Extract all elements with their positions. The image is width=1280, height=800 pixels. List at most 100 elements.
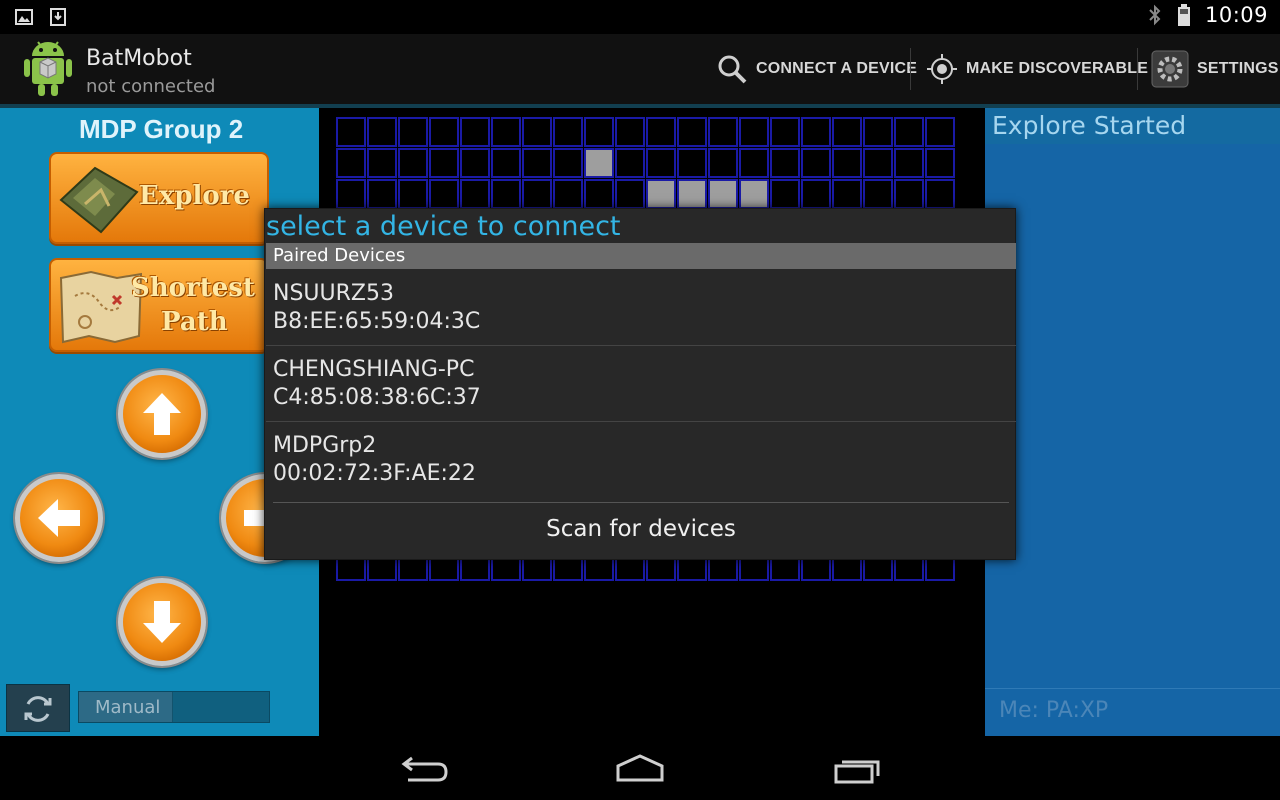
status-clock: 10:09	[1204, 3, 1268, 27]
maze-cell	[615, 148, 645, 178]
maze-cell	[460, 148, 490, 178]
connect-device-label: CONNECT A DEVICE	[756, 60, 918, 77]
maze-cell	[925, 179, 955, 209]
maze-cell	[646, 148, 676, 178]
maze-cell	[429, 148, 459, 178]
robot-status: Me: PA:XP	[999, 698, 1109, 723]
maze-cell	[832, 117, 862, 147]
maze-cell	[770, 117, 800, 147]
android-app-icon	[24, 41, 72, 96]
maze-cell	[739, 117, 769, 147]
maze-cell	[336, 148, 366, 178]
maze-cell	[801, 117, 831, 147]
maze-cell	[460, 179, 490, 209]
maze-cell-explored	[739, 179, 769, 209]
settings-label: SETTINGS	[1197, 60, 1279, 77]
arrow-left-icon	[38, 499, 80, 537]
maze-cell	[553, 148, 583, 178]
maze-cell	[770, 148, 800, 178]
maze-cell-explored	[677, 179, 707, 209]
maze-cell	[894, 179, 924, 209]
maze-cell	[429, 179, 459, 209]
shortest-path-button[interactable]: Shortest Path	[49, 258, 269, 352]
move-forward-button[interactable]	[118, 370, 206, 458]
recent-apps-icon[interactable]	[828, 752, 888, 786]
maze-cell	[925, 117, 955, 147]
explore-button[interactable]: Explore	[49, 152, 269, 244]
navigation-bar	[0, 736, 1280, 800]
device-list-item[interactable]: CHENGSHIANG-PC C4:85:08:38:6C:37	[266, 345, 1016, 421]
bluetooth-icon	[1149, 4, 1161, 26]
device-address: C4:85:08:38:6C:37	[273, 385, 481, 410]
shortest-path-label-line1: Shortest	[131, 273, 255, 303]
maze-cell	[801, 148, 831, 178]
mode-toggle-label: Manual	[95, 697, 161, 718]
maze-cell	[522, 117, 552, 147]
device-name: NSUURZ53	[273, 281, 394, 306]
back-icon[interactable]	[394, 752, 454, 786]
maze-cell	[615, 179, 645, 209]
device-name: CHENGSHIANG-PC	[273, 357, 475, 382]
shortest-path-label-line2: Path	[161, 307, 228, 337]
refresh-button[interactable]	[6, 684, 70, 732]
crosshair-icon	[927, 54, 957, 84]
maze-cell	[336, 179, 366, 209]
action-bar: BatMobot not connected CONNECT A DEVICE …	[0, 34, 1280, 104]
battery-icon	[1177, 4, 1190, 26]
maze-cell	[522, 179, 552, 209]
action-divider	[910, 48, 911, 90]
terrain-map-icon	[59, 166, 139, 234]
device-address: 00:02:72:3F:AE:22	[273, 461, 476, 486]
maze-cell	[863, 148, 893, 178]
maze-cell	[770, 179, 800, 209]
maze-cell	[739, 148, 769, 178]
paired-devices-label: Paired Devices	[273, 245, 406, 266]
gallery-notification-icon	[15, 9, 33, 25]
maze-cell	[863, 117, 893, 147]
maze-cell	[894, 117, 924, 147]
maze-cell	[491, 179, 521, 209]
maze-cell	[832, 179, 862, 209]
maze-cell	[708, 117, 738, 147]
explore-label: Explore	[139, 181, 250, 211]
explore-status: Explore Started	[992, 111, 1187, 140]
turn-left-button[interactable]	[15, 474, 103, 562]
maze-cell	[398, 117, 428, 147]
maze-cell	[367, 179, 397, 209]
maze-cell	[491, 148, 521, 178]
connect-device-button[interactable]: CONNECT A DEVICE	[716, 34, 917, 104]
maze-cell-explored	[646, 179, 676, 209]
status-panel: Explore Started Me: PA:XP	[985, 108, 1280, 736]
status-divider	[985, 688, 1280, 689]
scan-for-devices-button[interactable]: Scan for devices	[271, 503, 1011, 555]
mode-toggle[interactable]: Manual	[78, 691, 270, 723]
maze-cell	[367, 148, 397, 178]
make-discoverable-label: MAKE DISCOVERABLE	[966, 60, 1149, 77]
status-bar: 10:09	[0, 0, 1280, 34]
connection-status: not connected	[86, 76, 216, 97]
maze-cell	[336, 117, 366, 147]
download-notification-icon	[50, 8, 66, 26]
maze-cell	[491, 117, 521, 147]
maze-cell	[863, 179, 893, 209]
device-picker-dialog: select a device to connect Paired Device…	[264, 208, 1016, 560]
make-discoverable-button[interactable]: MAKE DISCOVERABLE	[926, 34, 1148, 104]
move-backward-button[interactable]	[118, 578, 206, 666]
maze-cell	[429, 117, 459, 147]
maze-cell	[553, 117, 583, 147]
device-list-item[interactable]: NSUURZ53 B8:EE:65:59:04:3C	[266, 269, 1016, 345]
status-header: Explore Started	[985, 108, 1280, 144]
arrow-down-icon	[143, 601, 181, 643]
device-name: MDPGrp2	[273, 433, 377, 458]
maze-cell	[398, 179, 428, 209]
maze-cell	[615, 117, 645, 147]
device-list-item[interactable]: MDPGrp2 00:02:72:3F:AE:22	[266, 421, 1016, 497]
group-title: MDP Group 2	[79, 114, 244, 144]
maze-cell	[677, 117, 707, 147]
action-divider	[1137, 48, 1138, 90]
settings-button[interactable]: SETTINGS	[1151, 34, 1279, 104]
device-address: B8:EE:65:59:04:3C	[273, 309, 481, 334]
refresh-icon	[24, 696, 52, 722]
home-icon[interactable]	[610, 752, 670, 786]
maze-cell	[367, 117, 397, 147]
